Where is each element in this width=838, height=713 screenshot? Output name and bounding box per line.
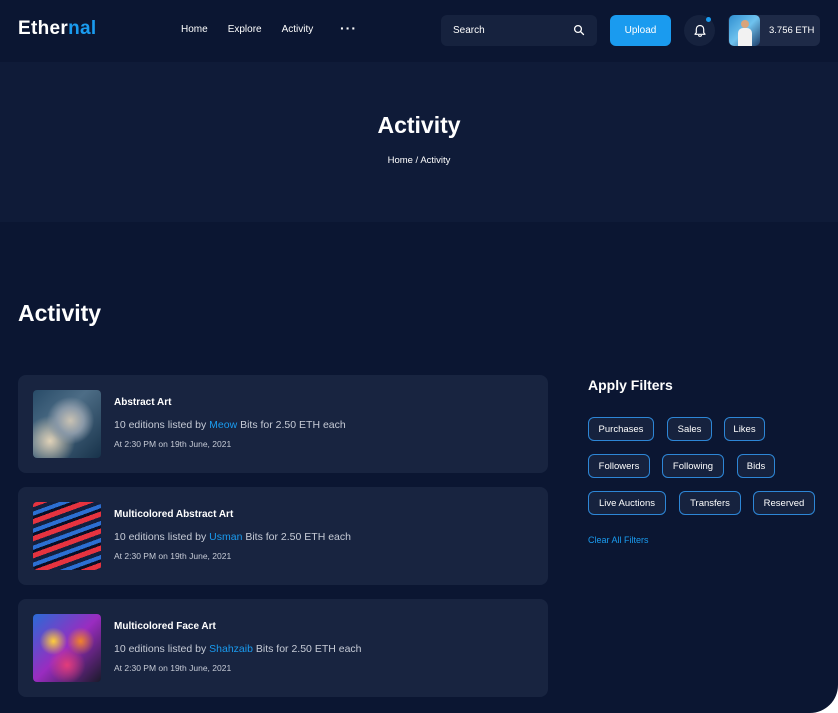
upload-button[interactable]: Upload	[610, 15, 671, 46]
page-banner: Activity Home / Activity	[0, 62, 838, 222]
clear-filters-link[interactable]: Clear All Filters	[588, 535, 649, 545]
activity-time: At 2:30 PM on 19th June, 2021	[114, 551, 232, 561]
filter-chip-following[interactable]: Following	[662, 454, 724, 478]
banner-title: Activity	[377, 112, 461, 138]
activity-description: 10 editions listed by Meow Bits for 2.50…	[114, 419, 346, 431]
artwork-thumbnail	[33, 502, 101, 570]
artwork-thumbnail	[33, 614, 101, 682]
section-title: Activity	[18, 300, 102, 326]
filter-chip-live-auctions[interactable]: Live Auctions	[588, 491, 666, 515]
activity-time: At 2:30 PM on 19th June, 2021	[114, 439, 232, 449]
artwork-thumbnail	[33, 390, 101, 458]
more-menu-icon[interactable]: ···	[340, 20, 357, 36]
user-link[interactable]: Shahzaib	[209, 643, 253, 655]
activity-title: Abstract Art	[114, 397, 172, 408]
filter-chip-followers[interactable]: Followers	[588, 454, 650, 478]
filter-chip-sales[interactable]: Sales	[667, 417, 712, 441]
activity-title: Multicolored Face Art	[114, 621, 216, 632]
filters-title: Apply Filters	[588, 377, 673, 393]
search-icon[interactable]	[573, 24, 585, 36]
wallet-balance: 3.756 ETH	[769, 25, 815, 36]
activity-card[interactable]: Abstract Art 10 editions listed by Meow …	[18, 375, 548, 473]
top-header: Ethernal Home Explore Activity ··· Uploa…	[0, 0, 838, 62]
logo-text: Ether	[18, 18, 69, 39]
filter-chip-transfers[interactable]: Transfers	[679, 491, 741, 515]
search-bar	[441, 15, 597, 46]
activity-card[interactable]: Multicolored Face Art 10 editions listed…	[18, 599, 548, 697]
filter-chip-purchases[interactable]: Purchases	[588, 417, 654, 441]
app-frame: Ethernal Home Explore Activity ··· Uploa…	[0, 0, 838, 713]
user-link[interactable]: Meow	[209, 419, 237, 431]
nav-explore[interactable]: Explore	[228, 24, 262, 35]
nav-activity[interactable]: Activity	[282, 24, 314, 35]
avatar	[729, 15, 760, 46]
main-nav: Home Explore Activity	[181, 24, 333, 35]
user-link[interactable]: Usman	[209, 531, 242, 543]
search-input[interactable]	[453, 23, 563, 38]
activity-time: At 2:30 PM on 19th June, 2021	[114, 663, 232, 673]
filter-chip-likes[interactable]: Likes	[724, 417, 765, 441]
activity-description: 10 editions listed by Usman Bits for 2.5…	[114, 531, 351, 543]
filter-chip-bids[interactable]: Bids	[737, 454, 775, 478]
logo[interactable]: Ethernal	[18, 18, 96, 40]
logo-accent-text: nal	[68, 18, 97, 39]
wallet-button[interactable]: 3.756 ETH	[728, 15, 820, 46]
activity-title: Multicolored Abstract Art	[114, 509, 234, 520]
bell-icon	[693, 24, 706, 37]
filter-chip-reserved[interactable]: Reserved	[753, 491, 815, 515]
activity-description: 10 editions listed by Shahzaib Bits for …	[114, 643, 362, 655]
activity-card[interactable]: Multicolored Abstract Art 10 editions li…	[18, 487, 548, 585]
notification-dot	[706, 17, 711, 22]
notification-button[interactable]	[684, 15, 715, 46]
breadcrumb: Home / Activity	[387, 155, 451, 166]
nav-home[interactable]: Home	[181, 24, 208, 35]
